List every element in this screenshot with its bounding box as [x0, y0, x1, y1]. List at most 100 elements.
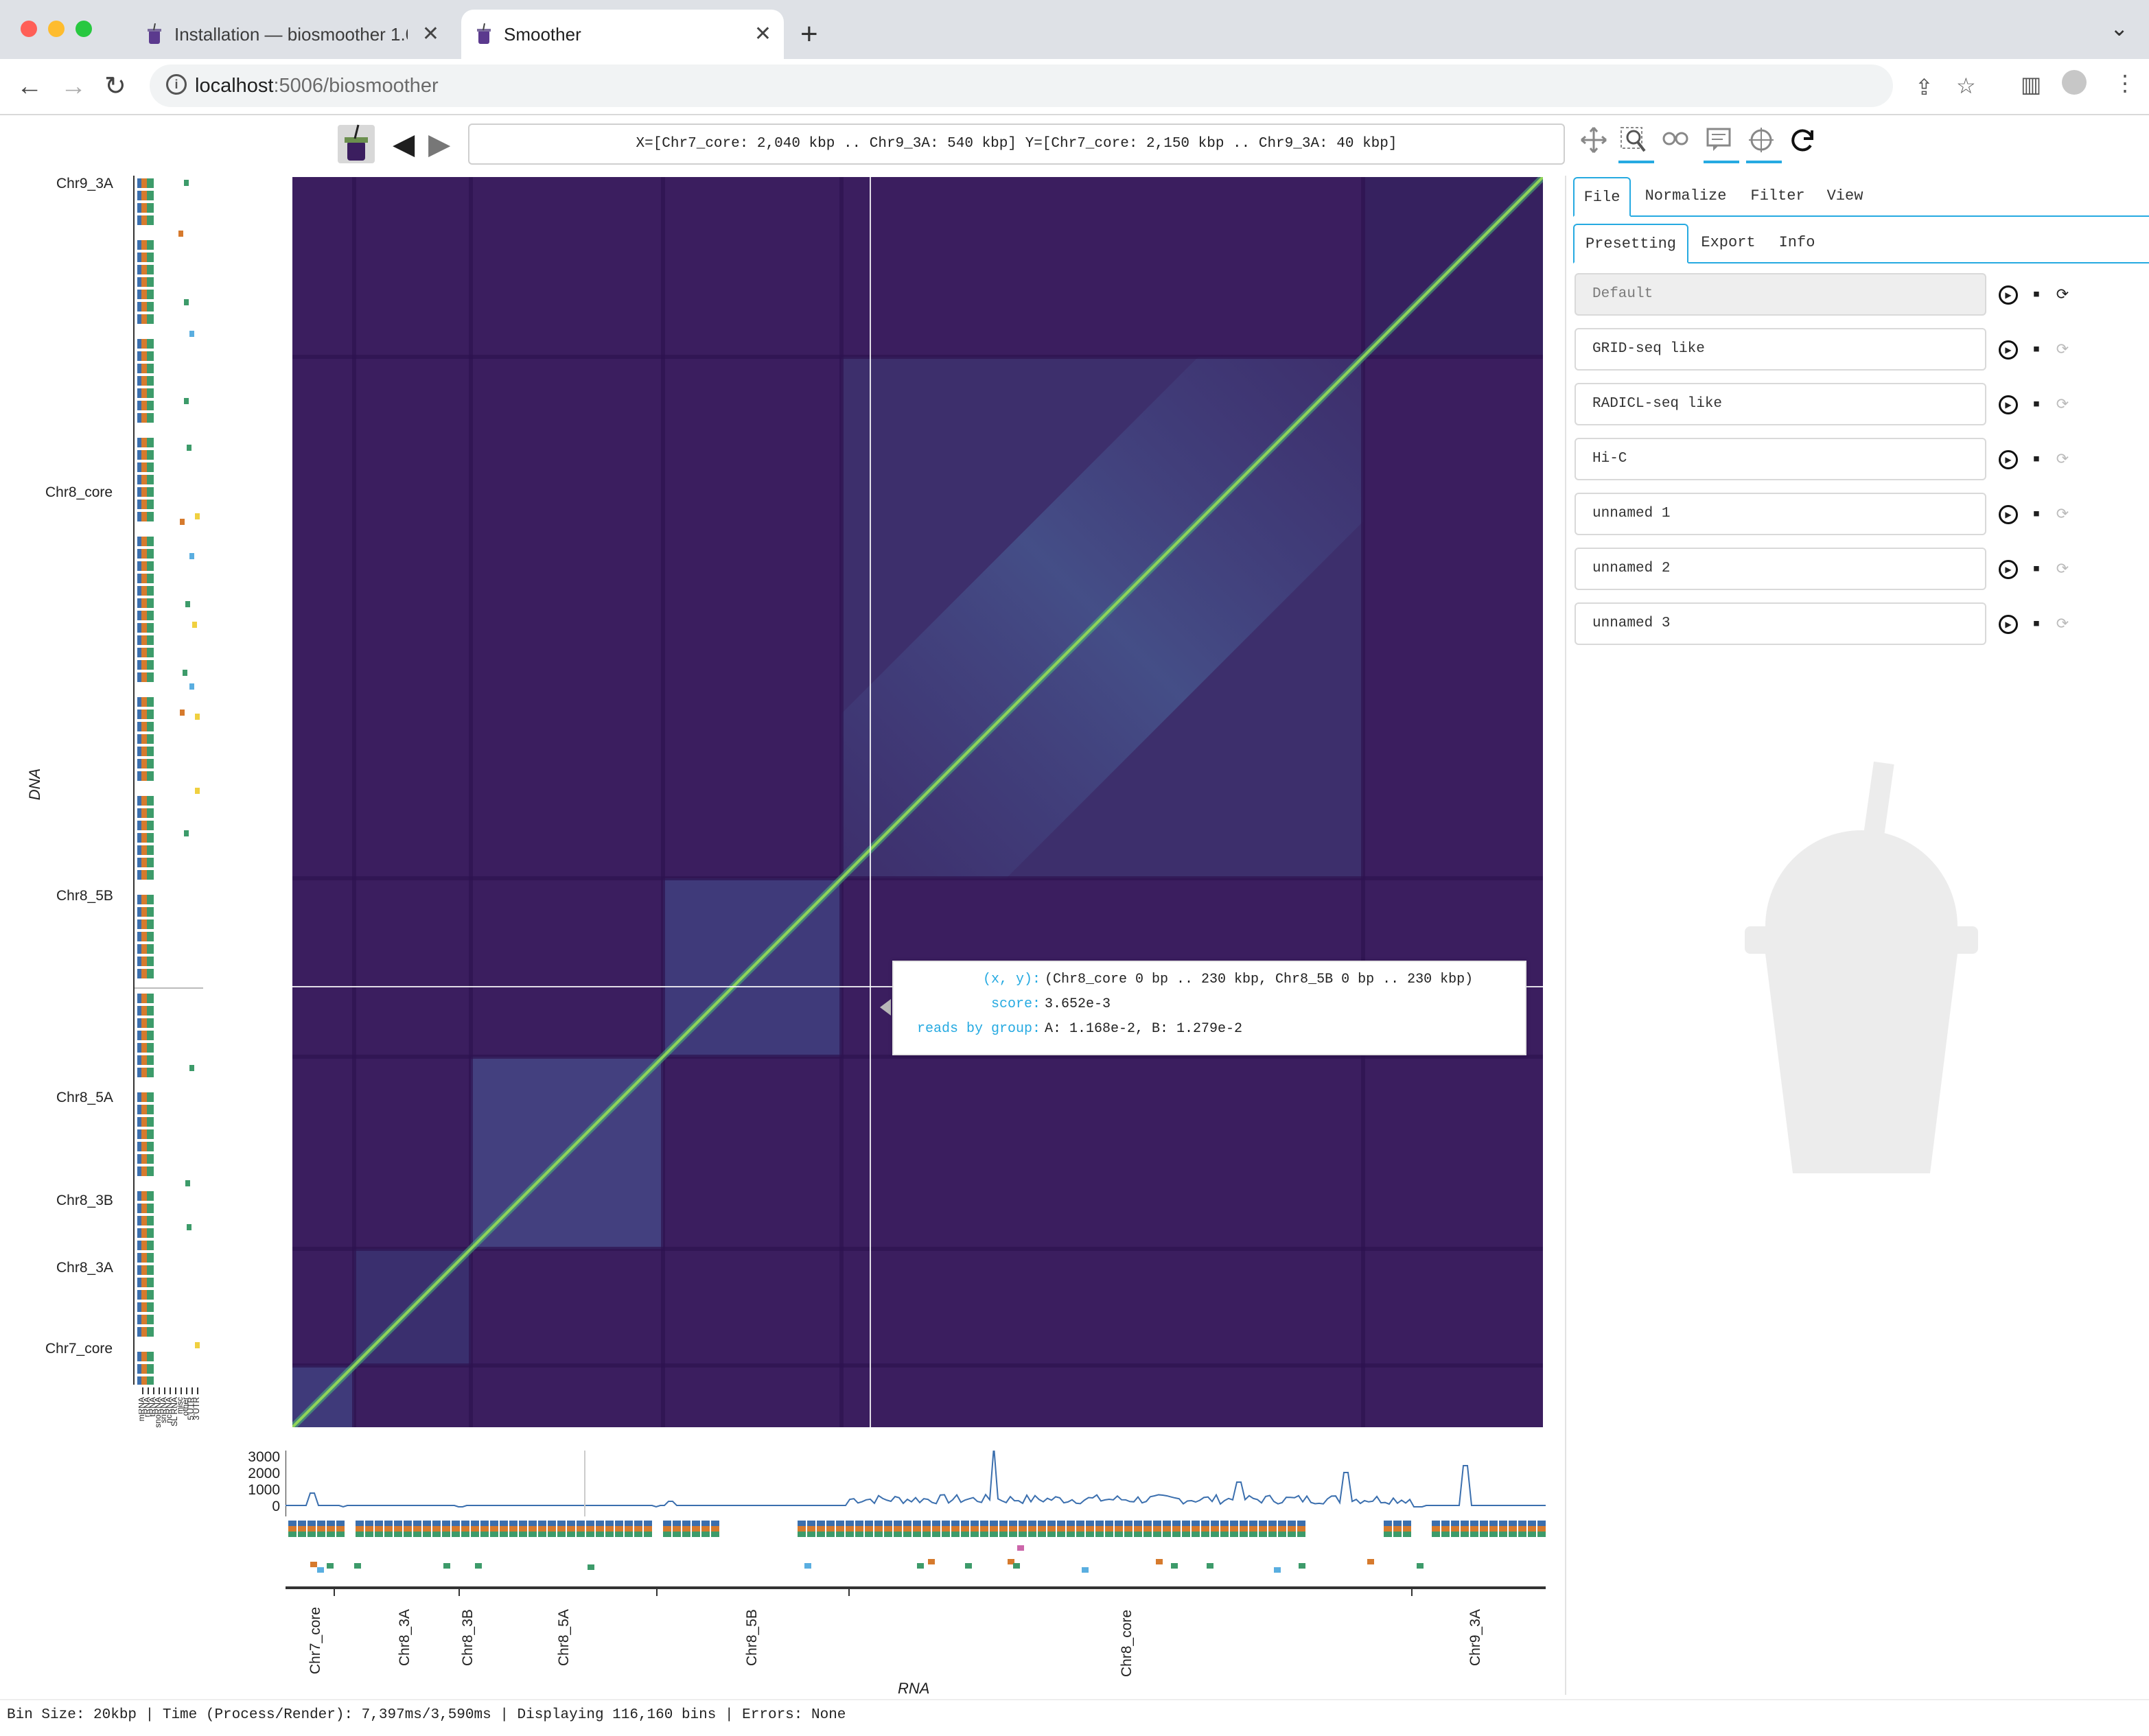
save-icon[interactable]: ▪	[2025, 392, 2048, 416]
play-icon[interactable]: ▶	[1999, 285, 2018, 305]
redo-arrow-icon[interactable]: ▶	[428, 128, 450, 161]
hover-tooltip: (x, y): (Chr8_core 0 bp .. 230 kbp, Chr8_…	[892, 961, 1526, 1055]
track-segment	[634, 1521, 642, 1526]
reset-icon[interactable]	[1787, 125, 1823, 161]
rna-axis-tick	[334, 1586, 335, 1596]
track-segment	[137, 1352, 141, 1361]
sync-icon[interactable]: ⟳	[2051, 447, 2074, 471]
track-segment	[141, 574, 147, 583]
undo-arrow-icon[interactable]: ◀	[393, 128, 415, 161]
browser-menu-icon[interactable]: ⋮	[2114, 70, 2136, 96]
play-icon[interactable]: ▶	[1999, 450, 2018, 469]
url-text[interactable]: localhost:5006/biosmoother	[195, 64, 439, 107]
tab-view[interactable]: View	[1817, 177, 1872, 215]
save-icon[interactable]: ▪	[2025, 502, 2048, 526]
track-segment	[1028, 1521, 1036, 1526]
contact-heatmap[interactable]	[292, 177, 1543, 1427]
track-segment	[1143, 1532, 1152, 1537]
track-segment	[1095, 1532, 1104, 1537]
back-icon[interactable]: ←	[16, 71, 43, 102]
track-segment	[137, 1142, 141, 1151]
tooltip-value: A: 1.168e-2, B: 1.279e-2	[1045, 1021, 1243, 1037]
forward-icon[interactable]: →	[60, 71, 86, 102]
tab-info[interactable]: Info	[1769, 224, 1824, 262]
wheel-zoom-icon[interactable]	[1661, 125, 1697, 161]
smoother-logo-icon[interactable]	[336, 124, 376, 165]
track-feature	[192, 622, 197, 628]
pan-icon[interactable]	[1579, 125, 1614, 161]
preset-name-input[interactable]: Default	[1575, 273, 1986, 316]
track-segment	[1528, 1532, 1536, 1537]
track-segment	[1057, 1526, 1065, 1532]
minimize-window-button[interactable]	[48, 21, 65, 37]
tab-export[interactable]: Export	[1694, 224, 1763, 262]
tab-presetting[interactable]: Presetting	[1573, 224, 1688, 263]
preset-name-input[interactable]: GRID-seq like	[1575, 328, 1986, 371]
track-segment	[961, 1526, 969, 1532]
crosshair-icon[interactable]	[1746, 125, 1782, 163]
side-panel-icon[interactable]: ▥	[2021, 71, 2041, 97]
browser-tab-smoother[interactable]: Smoother ✕	[461, 10, 784, 59]
track-segment	[1095, 1521, 1104, 1526]
coverage-plot[interactable]	[280, 1446, 1546, 1516]
address-bar[interactable]: i localhost:5006/biosmoother ⇪ ☆	[150, 64, 1976, 107]
play-icon[interactable]: ▶	[1999, 340, 2018, 360]
save-icon[interactable]: ▪	[2025, 447, 2048, 471]
profile-avatar-icon[interactable]	[2062, 70, 2087, 95]
play-icon[interactable]: ▶	[1999, 395, 2018, 414]
track-segment	[807, 1532, 815, 1537]
track-segment	[1019, 1532, 1027, 1537]
play-icon[interactable]: ▶	[1999, 560, 2018, 579]
track-segment	[1480, 1521, 1488, 1526]
sync-icon[interactable]: ⟳	[2051, 612, 2074, 635]
browser-tab-installation[interactable]: Installation — biosmoother 1.0 ✕	[132, 10, 452, 59]
track-feature	[189, 1065, 194, 1071]
track-segment	[141, 1364, 147, 1374]
track-segment	[137, 462, 141, 472]
track-segment	[798, 1532, 806, 1537]
track-segment	[961, 1521, 969, 1526]
preset-name-input[interactable]: unnamed 1	[1575, 493, 1986, 535]
save-icon[interactable]: ▪	[2025, 338, 2048, 361]
track-segment	[147, 1364, 154, 1374]
save-icon[interactable]: ▪	[2025, 557, 2048, 580]
close-tab-icon[interactable]: ✕	[422, 10, 439, 59]
rna-annotation-track[interactable]	[286, 1519, 1546, 1585]
track-segment	[288, 1521, 297, 1526]
sync-icon[interactable]: ⟳	[2051, 502, 2074, 526]
play-icon[interactable]: ▶	[1999, 615, 2018, 634]
track-feature	[180, 519, 185, 525]
track-segment	[147, 1290, 154, 1300]
preset-name-input[interactable]: RADICL-seq like	[1575, 383, 1986, 425]
tab-filter[interactable]: Filter	[1743, 177, 1812, 215]
track-segment	[147, 722, 154, 731]
bookmark-star-icon[interactable]: ☆	[1956, 73, 1976, 99]
track-segment	[615, 1526, 623, 1532]
close-tab-icon[interactable]: ✕	[754, 10, 771, 59]
sync-icon[interactable]: ⟳	[2051, 338, 2074, 361]
tab-normalize[interactable]: Normalize	[1636, 177, 1735, 215]
tab-file[interactable]: File	[1573, 177, 1631, 217]
chevron-down-icon[interactable]: ⌄	[2110, 15, 2128, 41]
preset-name-input[interactable]: Hi-C	[1575, 438, 1986, 480]
share-icon[interactable]: ⇪	[1915, 74, 1933, 100]
save-icon[interactable]: ▪	[2025, 612, 2048, 635]
track-segment	[137, 561, 141, 571]
preset-name-input[interactable]: unnamed 3	[1575, 602, 1986, 645]
close-window-button[interactable]	[21, 21, 37, 37]
hover-icon[interactable]	[1704, 125, 1739, 163]
reload-icon[interactable]: ↻	[104, 71, 126, 102]
play-icon[interactable]: ▶	[1999, 505, 2018, 524]
box-zoom-icon[interactable]	[1618, 125, 1654, 163]
sync-icon[interactable]: ⟳	[2051, 392, 2074, 416]
site-info-icon[interactable]: i	[166, 74, 187, 95]
sync-icon[interactable]: ⟳	[2051, 283, 2074, 306]
dna-annotation-track[interactable]	[133, 176, 203, 1386]
preset-name-input[interactable]: unnamed 2	[1575, 548, 1986, 590]
sync-icon[interactable]: ⟳	[2051, 557, 2074, 580]
save-icon[interactable]: ▪	[2025, 283, 2048, 306]
coordinate-input[interactable]: X=[Chr7_core: 2,040 kbp .. Chr9_3A: 540 …	[468, 124, 1565, 165]
track-segment	[147, 1055, 154, 1065]
new-tab-icon[interactable]: +	[800, 14, 818, 55]
maximize-window-button[interactable]	[75, 21, 92, 37]
